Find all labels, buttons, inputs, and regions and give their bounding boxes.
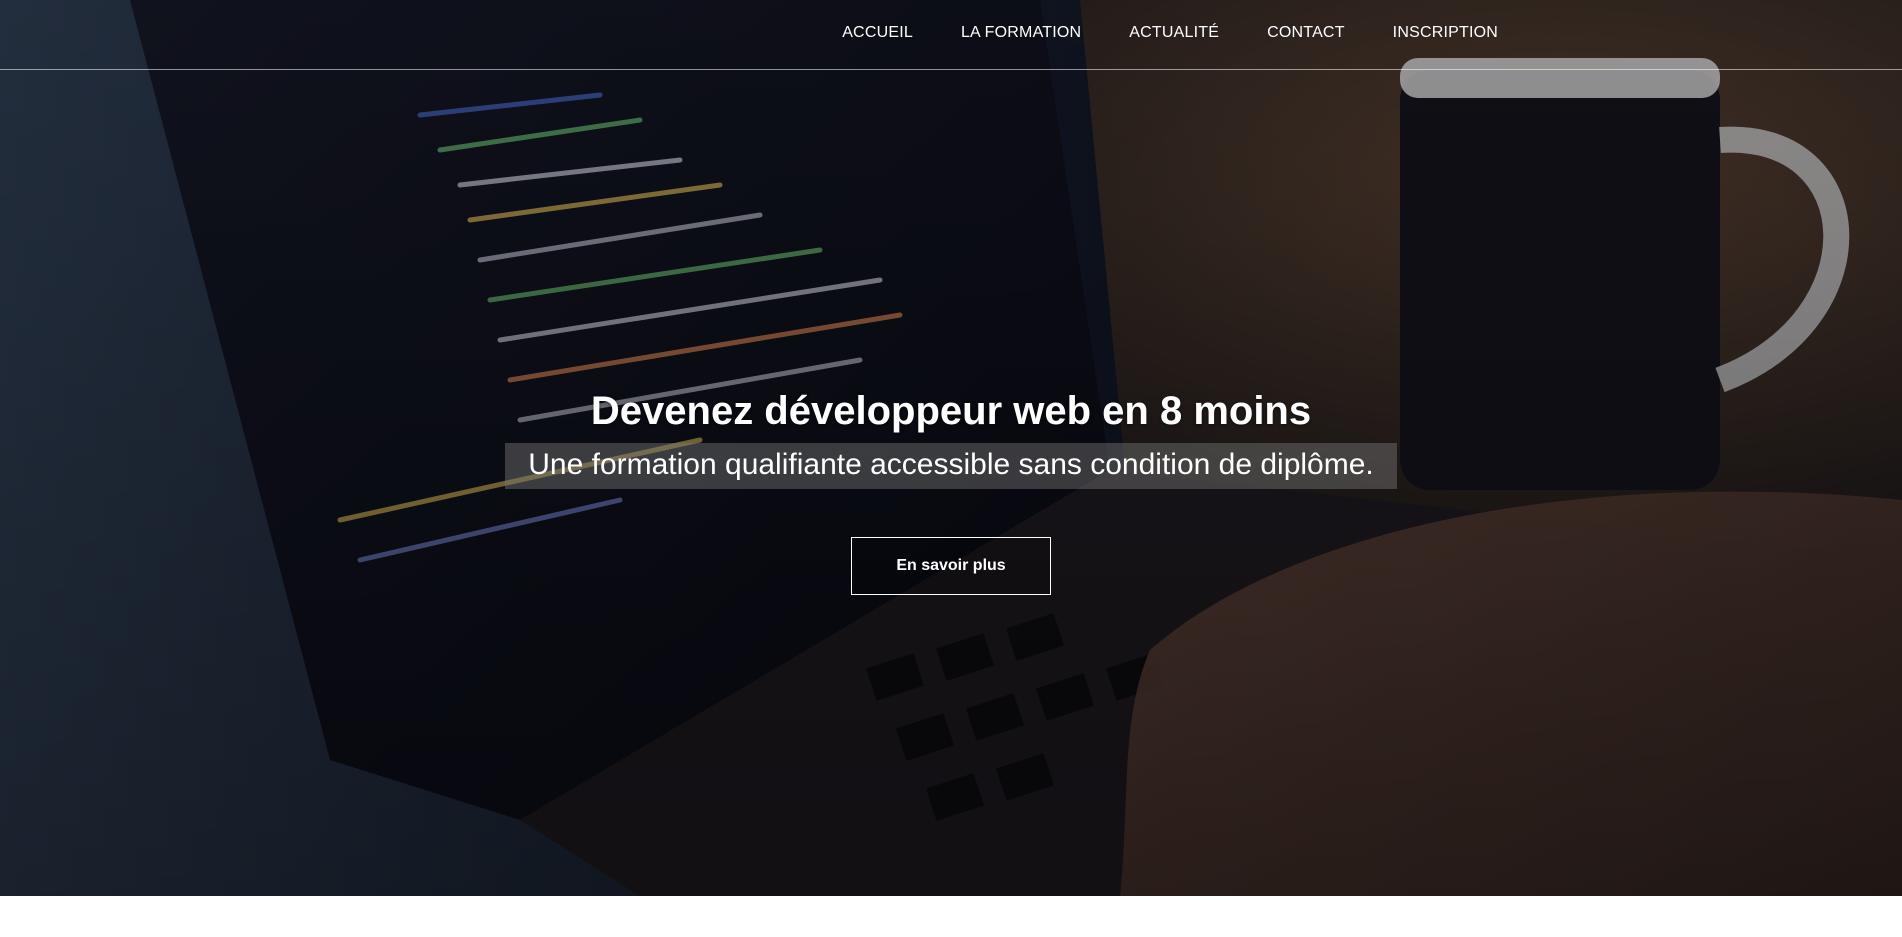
hero-section: ACCUEIL LA FORMATION ACTUALITÉ CONTACT I… [0, 0, 1902, 896]
page-content-below [0, 896, 1902, 937]
hero-content: Devenez développeur web en 8 moins Une f… [0, 385, 1902, 595]
cta-row: En savoir plus [0, 537, 1902, 595]
nav-item-actualite[interactable]: ACTUALITÉ [1129, 24, 1219, 42]
top-navigation-bar: ACCUEIL LA FORMATION ACTUALITÉ CONTACT I… [0, 0, 1902, 70]
hero-subtitle-band: Une formation qualifiante accessible san… [505, 443, 1397, 489]
learn-more-button[interactable]: En savoir plus [851, 537, 1051, 595]
hero-subtitle: Une formation qualifiante accessible san… [528, 448, 1374, 481]
nav-item-contact[interactable]: CONTACT [1267, 24, 1345, 42]
nav-item-la-formation[interactable]: LA FORMATION [961, 24, 1081, 42]
nav-item-accueil[interactable]: ACCUEIL [842, 24, 913, 42]
nav-item-inscription[interactable]: INSCRIPTION [1393, 24, 1498, 42]
nav-menu: ACCUEIL LA FORMATION ACTUALITÉ CONTACT I… [842, 24, 1498, 42]
hero-title: Devenez développeur web en 8 moins [590, 389, 1312, 433]
